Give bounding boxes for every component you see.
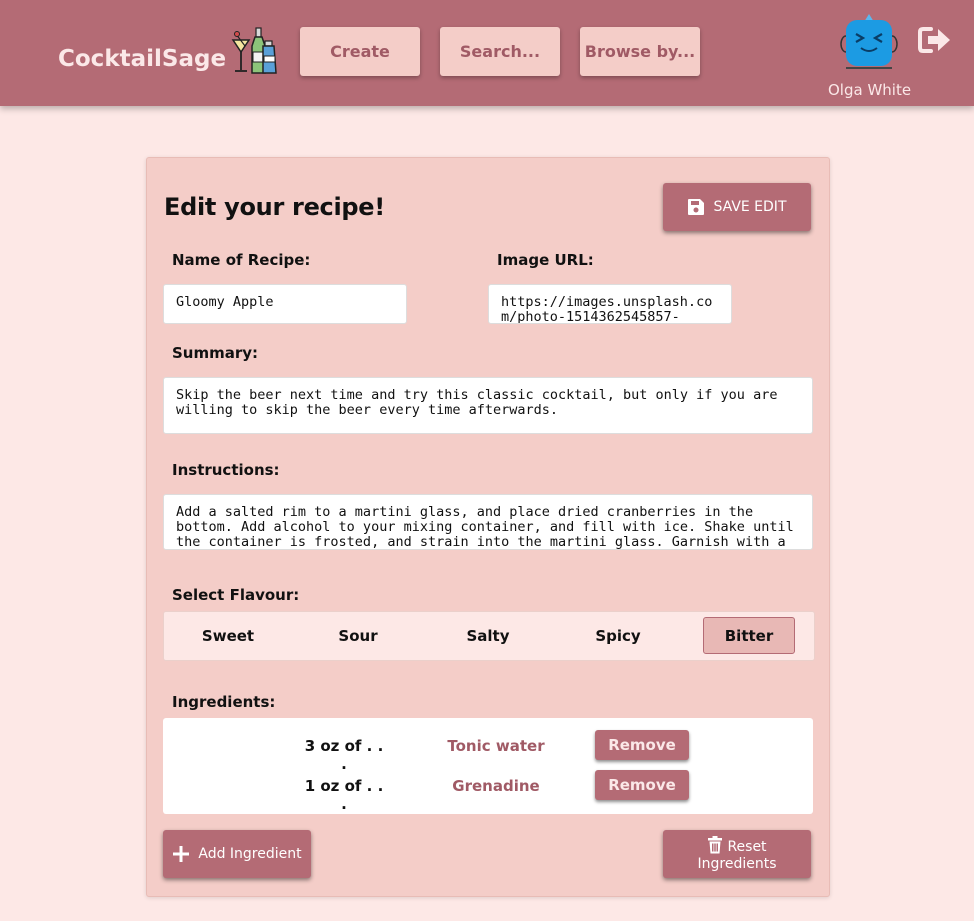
- flavour-option-sweet[interactable]: Sweet: [182, 617, 274, 654]
- flavour-label: Select Flavour:: [172, 586, 300, 604]
- ingredient-quantity: 1 oz of . . .: [304, 777, 384, 813]
- user-name[interactable]: Olga White: [828, 81, 911, 99]
- ingredients-list: 3 oz of . . . Tonic water Remove 1 oz of…: [163, 718, 813, 814]
- ingredient-name: Tonic water: [447, 737, 545, 755]
- save-edit-label: SAVE EDIT: [713, 199, 787, 215]
- flavour-option-bitter[interactable]: Bitter: [703, 617, 795, 654]
- sign-out-icon[interactable]: [918, 26, 952, 54]
- add-ingredient-label: Add Ingredient: [198, 846, 302, 862]
- cocktail-bottles-icon: [231, 27, 277, 74]
- page-title: Edit your recipe!: [164, 193, 385, 221]
- top-navbar: CocktailSage Create Search... Browse by.…: [0, 0, 974, 106]
- brand-name[interactable]: CocktailSage: [58, 46, 226, 72]
- trash-icon: [708, 835, 723, 853]
- remove-ingredient-button[interactable]: Remove: [595, 730, 689, 760]
- ingredients-label: Ingredients:: [172, 693, 276, 711]
- flavour-option-salty[interactable]: Salty: [442, 617, 534, 654]
- flavour-option-sour[interactable]: Sour: [312, 617, 404, 654]
- avatar[interactable]: [838, 12, 900, 72]
- plus-icon: [173, 846, 190, 862]
- ingredient-name: Grenadine: [452, 777, 540, 795]
- recipe-name-field[interactable]: Gloomy Apple: [163, 284, 407, 324]
- flavour-selector: Sweet Sour Salty Spicy Bitter: [163, 611, 815, 661]
- save-edit-button[interactable]: SAVE EDIT: [663, 183, 811, 231]
- floppy-disk-icon: [688, 199, 705, 215]
- browse-by-button[interactable]: Browse by...: [580, 27, 700, 76]
- ingredient-quantity: 3 oz of . . .: [304, 737, 384, 773]
- instructions-label: Instructions:: [172, 461, 280, 479]
- remove-ingredient-button[interactable]: Remove: [595, 770, 689, 800]
- image-url-field[interactable]: https://images.unsplash.com/photo-151436…: [488, 284, 732, 324]
- recipe-name-label: Name of Recipe:: [172, 251, 311, 269]
- summary-field[interactable]: Skip the beer next time and try this cla…: [163, 377, 813, 434]
- create-button[interactable]: Create: [300, 27, 420, 76]
- edit-recipe-card: Edit your recipe! SAVE EDIT Name of Reci…: [146, 157, 830, 897]
- flavour-option-spicy[interactable]: Spicy: [572, 617, 664, 654]
- search-button[interactable]: Search...: [440, 27, 560, 76]
- image-url-label: Image URL:: [497, 251, 594, 269]
- reset-ingredients-button[interactable]: Reset Ingredients: [663, 830, 811, 878]
- add-ingredient-button[interactable]: Add Ingredient: [163, 830, 311, 878]
- summary-label: Summary:: [172, 344, 259, 362]
- instructions-field[interactable]: Add a salted rim to a martini glass, and…: [163, 494, 813, 550]
